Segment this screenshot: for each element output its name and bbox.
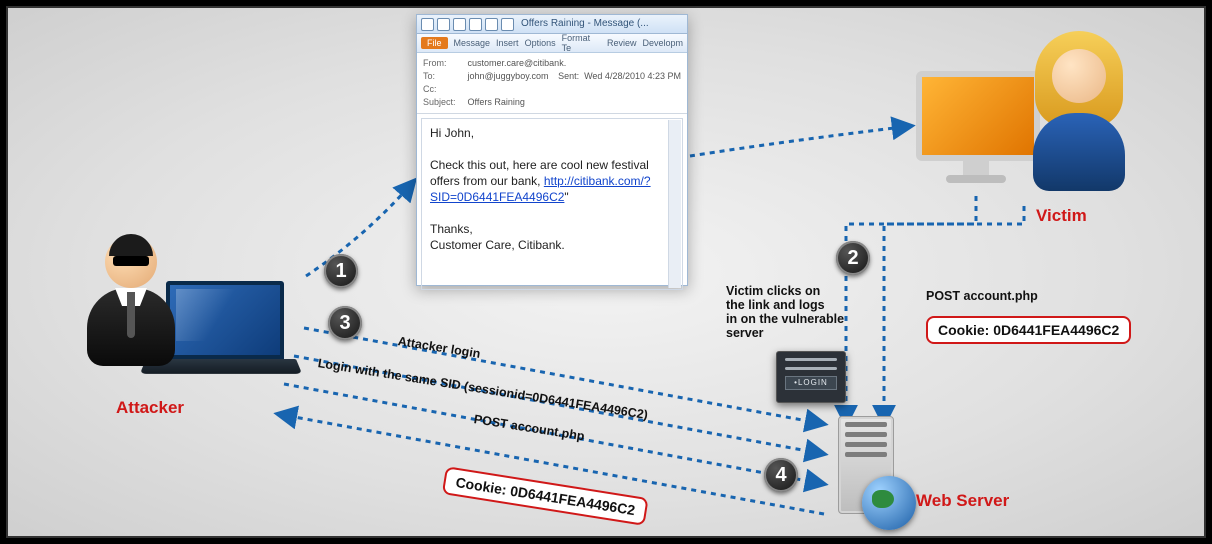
hdr-to-value: john@juggyboy.com: [468, 71, 549, 81]
step-badge-2: 2: [836, 241, 870, 275]
email-sign2: Customer Care, Citibank.: [430, 237, 674, 253]
hdr-subject-value: Offers Raining: [468, 97, 525, 107]
web-server-label: Web Server: [916, 491, 1009, 511]
hdr-sent-label: Sent:: [558, 71, 579, 81]
email-greeting: Hi John,: [430, 125, 674, 141]
ribbon-tab-review[interactable]: Review: [607, 38, 637, 48]
attacker-label: Attacker: [116, 398, 184, 418]
login-button-icon: •LOGIN: [785, 376, 837, 390]
email-body-quote: ": [564, 190, 568, 204]
email-titlebar: Offers Raining - Message (...: [417, 15, 687, 34]
email-sign1: Thanks,: [430, 221, 674, 237]
victim-person-icon: [1024, 31, 1134, 206]
post-right-caption: POST account.php: [926, 289, 1038, 303]
email-scrollbar[interactable]: [668, 120, 681, 288]
qat-redo-icon: [469, 18, 482, 31]
globe-icon: [862, 476, 916, 530]
hdr-from-label: From:: [423, 57, 465, 70]
hdr-sent-value: Wed 4/28/2010 4:23 PM: [584, 71, 681, 81]
hdr-cc-label: Cc:: [423, 83, 465, 96]
qat-save-icon: [437, 18, 450, 31]
victim-label: Victim: [1036, 206, 1087, 226]
email-body: Hi John, Check this out, here are cool n…: [421, 118, 683, 290]
attacker-laptop-icon: [166, 281, 306, 391]
hdr-to-label: To:: [423, 70, 465, 83]
login-form-icon: •LOGIN: [776, 351, 846, 403]
attacker-figure: [76, 236, 266, 406]
post-left-caption: POST account.php: [473, 412, 586, 443]
step-badge-4: 4: [764, 458, 798, 492]
step-badge-3: 3: [328, 306, 362, 340]
email-window-title: Offers Raining - Message (...: [521, 15, 649, 33]
victim-monitor-icon: [916, 71, 1036, 181]
ribbon-tab-insert[interactable]: Insert: [496, 38, 519, 48]
victim-figure: [916, 31, 1146, 221]
cookie-callout-right: Cookie: 0D6441FEA4496C2: [926, 316, 1131, 344]
web-server-figure: [826, 416, 906, 526]
email-headers: From: customer.care@citibank. Sent: Wed …: [417, 53, 687, 114]
same-sid-caption: Login with the same SID (sessionid=0D644…: [317, 356, 649, 422]
ribbon-tab-options[interactable]: Options: [525, 38, 556, 48]
diagram-stage: Offers Raining - Message (... File Messa…: [6, 6, 1206, 538]
ribbon-tab-developer[interactable]: Developm: [642, 38, 683, 48]
attacker-person-icon: [76, 236, 186, 386]
hdr-subject-label: Subject:: [423, 96, 465, 109]
qat-undo-icon: [453, 18, 466, 31]
ribbon-tab-message[interactable]: Message: [454, 38, 491, 48]
email-ribbon: File Message Insert Options Format Te Re…: [417, 34, 687, 53]
victim-click-caption: Victim clicks on the link and logs in on…: [726, 284, 844, 340]
attacker-login-caption: Attacker login: [397, 334, 482, 361]
ribbon-tab-format[interactable]: Format Te: [562, 33, 601, 53]
phishing-email-window: Offers Raining - Message (... File Messa…: [416, 14, 688, 286]
step-badge-1: 1: [324, 254, 358, 288]
hdr-from-value: customer.care@citibank.: [468, 58, 567, 68]
cookie-callout-left: Cookie: 0D6441FEA4496C2: [442, 466, 649, 526]
titlebar-icon: [421, 18, 434, 31]
qat-next-icon: [485, 18, 498, 31]
ribbon-file-tab[interactable]: File: [421, 37, 448, 49]
qat-prev-icon: [501, 18, 514, 31]
